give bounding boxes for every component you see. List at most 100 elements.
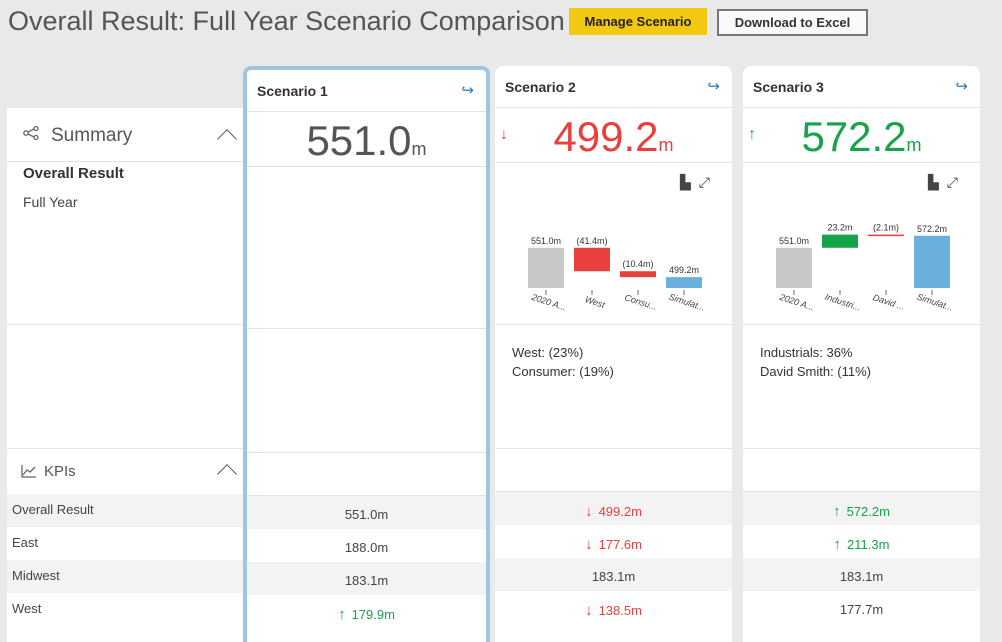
period-label: Full Year xyxy=(23,194,78,210)
kpi-cell: ↓ 177.6m xyxy=(495,525,732,558)
kpi-value: 177.6m xyxy=(598,537,642,552)
category-label: Simulat... xyxy=(668,292,707,313)
arrow-down-icon: ↓ xyxy=(585,602,593,619)
scenario-card-1[interactable]: Scenario 1 ↪ 551.0m 551.0m 188.0m 183.1m… xyxy=(243,66,490,642)
kpi-row-label: West xyxy=(7,593,244,626)
scenario-total-value: 499.2m xyxy=(495,113,732,161)
category-label: Industri... xyxy=(824,292,862,313)
total-unit: m xyxy=(658,135,674,155)
manage-scenario-button[interactable]: Manage Scenario xyxy=(569,8,707,35)
kpi-cell: 188.0m xyxy=(247,529,486,562)
scenario-title: Scenario 3 xyxy=(753,79,824,95)
kpi-value: 188.0m xyxy=(344,540,389,555)
kpi-cell: ↑ 211.3m xyxy=(743,525,980,558)
divider xyxy=(247,452,486,453)
collapse-summary-icon[interactable] xyxy=(217,129,237,149)
kpi-value: 183.1m xyxy=(591,569,636,584)
waterfall-chart: 551.0m 2020 A... (41.4m) West (10.4m) Consu..… xyxy=(528,236,707,313)
kpi-cell: ↓ 138.5m xyxy=(495,591,732,624)
divider xyxy=(743,162,980,163)
waterfall-bar xyxy=(822,234,858,248)
data-label: 572.2m xyxy=(917,224,947,234)
share-nodes-icon xyxy=(23,125,39,143)
collapse-kpis-icon[interactable] xyxy=(217,464,237,484)
expand-icon[interactable]: ⤢ xyxy=(699,174,718,190)
kpi-cell: ↓ 499.2m xyxy=(495,492,732,525)
total-unit: m xyxy=(411,139,427,159)
scenario-total-value: 551.0m xyxy=(247,117,486,165)
kpis-section-header[interactable]: KPIs xyxy=(7,449,244,494)
waterfall-bar xyxy=(620,271,656,278)
arrow-down-icon: ↓ xyxy=(585,503,593,520)
summary-title: Summary xyxy=(51,125,133,146)
kpi-cell: 183.1m xyxy=(743,558,980,591)
waterfall-chart: 551.0m 2020 A... 23.2m Industri... (2.1m) Dav… xyxy=(776,223,954,313)
divider xyxy=(743,448,980,449)
kpi-cell: 183.1m xyxy=(495,558,732,591)
summary-body: Overall Result Full Year xyxy=(7,162,244,325)
waterfall-bar xyxy=(666,277,702,288)
divider xyxy=(495,324,732,325)
total-number: 551.0 xyxy=(306,117,412,164)
explanation-list: Industrials: 36% David Smith: (11%) xyxy=(760,343,871,381)
data-label: 551.0m xyxy=(531,236,561,246)
divider xyxy=(247,328,486,329)
kpi-cell: 177.7m xyxy=(743,591,980,624)
kpi-cell: 551.0m xyxy=(247,496,486,529)
kpi-cell: ↑ 572.2m xyxy=(743,492,980,525)
share-arrow-icon[interactable]: ↪ xyxy=(707,77,720,95)
scenario-total-value: 572.2m xyxy=(743,113,980,161)
scenario-card-header: Scenario 1 ↪ xyxy=(247,70,486,112)
data-label: (41.4m) xyxy=(576,236,607,246)
scenario-card-header: Scenario 2 ↪ xyxy=(495,66,732,108)
explanation-spacer xyxy=(7,325,244,449)
download-excel-button[interactable]: Download to Excel xyxy=(717,9,868,36)
category-label: West xyxy=(584,294,607,310)
scenario-card-2[interactable]: Scenario 2 ↪ ↓ 499.2m ▙⤢ 551.0m 2020 A...… xyxy=(495,66,732,642)
arrow-down-icon: ↓ xyxy=(585,536,593,553)
chart-toolbar: ▙⤢ xyxy=(928,174,966,191)
kpi-value: 179.9m xyxy=(351,607,395,622)
scenario-card-3[interactable]: Scenario 3 ↪ ↑ 572.2m ▙⤢ 551.0m 2020 A...… xyxy=(743,66,980,642)
expand-icon[interactable]: ⤢ xyxy=(947,174,966,190)
share-arrow-icon[interactable]: ↪ xyxy=(955,77,968,95)
overall-result-label: Overall Result xyxy=(23,165,124,182)
divider xyxy=(247,166,486,167)
scenario-card-header: Scenario 3 ↪ xyxy=(743,66,980,108)
arrow-up-icon: ↑ xyxy=(833,503,841,520)
waterfall-bar xyxy=(528,247,564,288)
page-title: Overall Result: Full Year Scenario Compa… xyxy=(8,6,565,36)
explanation-item: Industrials: 36% xyxy=(760,345,853,360)
data-label: 23.2m xyxy=(827,223,852,233)
kpi-value: 177.7m xyxy=(839,602,884,617)
data-label: 551.0m xyxy=(779,236,809,246)
kpi-value: 551.0m xyxy=(344,507,389,522)
waterfall-chart-icon[interactable]: ▙ xyxy=(680,174,699,190)
divider xyxy=(495,162,732,163)
header: Overall Result: Full Year Scenario Compa… xyxy=(0,0,1002,48)
kpi-value: 183.1m xyxy=(344,573,389,588)
summary-section-header[interactable]: Summary xyxy=(7,108,244,162)
explanation-item: David Smith: (11%) xyxy=(760,364,872,379)
total-number: 572.2 xyxy=(801,113,907,160)
kpi-value: 138.5m xyxy=(598,603,642,618)
divider xyxy=(743,324,980,325)
left-panel: Summary Overall Result Full Year KPIs Ov… xyxy=(7,108,244,642)
waterfall-chart-icon[interactable]: ▙ xyxy=(928,174,947,190)
waterfall-bar xyxy=(914,235,950,288)
category-label: 2020 A... xyxy=(777,292,815,313)
kpi-cell: 183.1m xyxy=(247,562,486,595)
data-label: 499.2m xyxy=(669,265,699,275)
arrow-up-icon: ↑ xyxy=(833,536,842,553)
kpi-row-label: Overall Result xyxy=(7,494,244,527)
waterfall-bar xyxy=(868,234,904,237)
share-arrow-icon[interactable]: ↪ xyxy=(461,81,474,99)
explanation-item: West: (23%) xyxy=(512,345,584,360)
kpi-value: 211.3m xyxy=(847,537,890,552)
category-label: David ... xyxy=(872,292,906,312)
kpi-value: 183.1m xyxy=(839,569,884,584)
kpi-cell: ↑ 179.9m xyxy=(247,595,486,628)
kpis-title: KPIs xyxy=(44,463,76,480)
data-label: (2.1m) xyxy=(873,223,899,233)
total-unit: m xyxy=(906,135,922,155)
